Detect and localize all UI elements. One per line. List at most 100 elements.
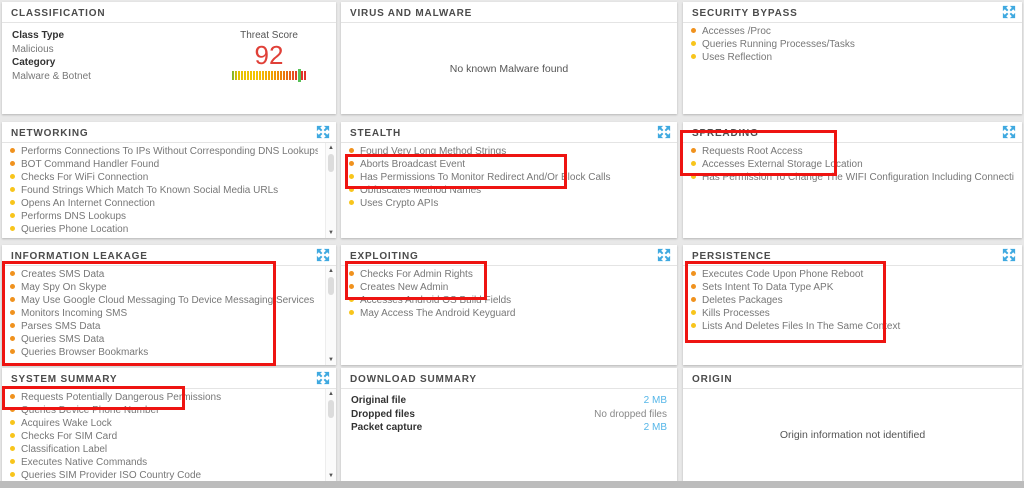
bottom-strip bbox=[0, 481, 1024, 488]
expand-icon[interactable] bbox=[316, 371, 330, 385]
list-item: Requests Potentially Dangerous Permissio… bbox=[10, 391, 318, 404]
scroll-down-icon[interactable]: ▼ bbox=[326, 356, 336, 364]
scroll-down-icon[interactable]: ▼ bbox=[326, 472, 336, 480]
severity-bullet-icon bbox=[10, 148, 15, 153]
scrollbar[interactable]: ▲ ▼ bbox=[325, 389, 336, 481]
scroll-down-icon[interactable]: ▼ bbox=[326, 229, 336, 237]
download-row: Original file 2 MB bbox=[351, 394, 667, 408]
item-text: Creates New Admin bbox=[360, 282, 448, 293]
list-item: Acquires Wake Lock bbox=[10, 417, 318, 430]
item-text: Accesses /Proc bbox=[702, 26, 771, 37]
scrollbar[interactable]: ▲ ▼ bbox=[325, 143, 336, 238]
item-text: Queries Browser Bookmarks bbox=[21, 347, 148, 358]
expand-icon[interactable] bbox=[1002, 125, 1016, 139]
panel-title: PERSISTENCE bbox=[692, 251, 771, 262]
list-item: May Spy On Skype bbox=[10, 281, 318, 294]
original-file-link[interactable]: 2 MB bbox=[644, 394, 667, 408]
item-text: Uses Reflection bbox=[702, 52, 772, 63]
scroll-up-icon[interactable]: ▲ bbox=[326, 144, 336, 152]
panel-system-summary: SYSTEM SUMMARY Requests Potentially Dang… bbox=[2, 368, 336, 481]
list-item: Sets Intent To Data Type APK bbox=[691, 281, 1014, 294]
item-text: Deletes Packages bbox=[702, 295, 783, 306]
list-item: Obfuscates Method Names bbox=[349, 184, 669, 197]
list-item: May Access The Android Keyguard bbox=[349, 307, 669, 320]
scroll-thumb[interactable] bbox=[328, 400, 334, 418]
panel-title: NETWORKING bbox=[11, 128, 88, 139]
item-text: May Access The Android Keyguard bbox=[360, 308, 515, 319]
expand-icon[interactable] bbox=[1002, 5, 1016, 19]
expand-icon[interactable] bbox=[1002, 248, 1016, 262]
item-text: Performs Connections To IPs Without Corr… bbox=[21, 146, 318, 157]
severity-bullet-icon bbox=[691, 161, 696, 166]
item-text: Classification Label bbox=[21, 444, 107, 455]
severity-bullet-icon bbox=[691, 310, 696, 315]
severity-bullet-icon bbox=[10, 297, 15, 302]
download-row-label: Packet capture bbox=[351, 421, 422, 435]
list-item: Accesses Android OS Build Fields bbox=[349, 294, 669, 307]
scrollbar[interactable]: ▲ ▼ bbox=[325, 266, 336, 365]
scroll-up-icon[interactable]: ▲ bbox=[326, 267, 336, 275]
severity-bullet-icon bbox=[10, 472, 15, 477]
report-dashboard: CLASSIFICATION Class Type Malicious Cate… bbox=[0, 0, 1024, 488]
item-text: Aborts Broadcast Event bbox=[360, 159, 465, 170]
panel-title: STEALTH bbox=[350, 128, 401, 139]
severity-bullet-icon bbox=[349, 310, 354, 315]
item-text: Queries SIM Provider ISO Country Code bbox=[21, 470, 201, 481]
scroll-up-icon[interactable]: ▲ bbox=[326, 390, 336, 398]
list-item: Has Permission To Change The WIFI Config… bbox=[691, 171, 1014, 184]
threat-score-block: Threat Score 92 bbox=[210, 23, 336, 83]
list-item: Performs DNS Lookups bbox=[10, 210, 318, 223]
panel-persistence: PERSISTENCE Executes Code Upon Phone Reb… bbox=[683, 245, 1022, 365]
severity-bullet-icon bbox=[691, 54, 696, 59]
list-item: Deletes Packages bbox=[691, 294, 1014, 307]
class-type-value: Malicious bbox=[12, 43, 200, 57]
security-bypass-list: Accesses /Proc Queries Running Processes… bbox=[683, 23, 1022, 64]
list-item: Parses SMS Data bbox=[10, 320, 318, 333]
panel-classification-header: CLASSIFICATION bbox=[2, 2, 336, 23]
list-item: Aborts Broadcast Event bbox=[349, 158, 669, 171]
panel-title: CLASSIFICATION bbox=[11, 8, 105, 19]
packet-capture-link[interactable]: 2 MB bbox=[644, 421, 667, 435]
scroll-thumb[interactable] bbox=[328, 277, 334, 295]
scroll-thumb[interactable] bbox=[328, 154, 334, 172]
expand-icon[interactable] bbox=[657, 248, 671, 262]
threat-score-value: 92 bbox=[210, 42, 328, 69]
item-text: Queries SMS Data bbox=[21, 334, 104, 345]
item-text: Accesses Android OS Build Fields bbox=[360, 295, 511, 306]
severity-bullet-icon bbox=[349, 297, 354, 302]
list-item: BOT Command Handler Found bbox=[10, 158, 318, 171]
expand-icon[interactable] bbox=[657, 125, 671, 139]
list-item: Queries Device Phone Number bbox=[10, 404, 318, 417]
panel-title: ORIGIN bbox=[692, 374, 732, 385]
panel-virus-and-malware: VIRUS AND MALWARE No known Malware found bbox=[341, 2, 677, 114]
item-text: Kills Processes bbox=[702, 308, 770, 319]
severity-bullet-icon bbox=[10, 200, 15, 205]
item-text: Requests Root Access bbox=[702, 146, 803, 157]
severity-bullet-icon bbox=[10, 420, 15, 425]
severity-bullet-icon bbox=[691, 41, 696, 46]
expand-icon[interactable] bbox=[316, 248, 330, 262]
list-item: Queries Browser Bookmarks bbox=[10, 346, 318, 359]
list-item: Queries SMS Data bbox=[10, 333, 318, 346]
classification-body: Class Type Malicious Category Malware & … bbox=[2, 23, 336, 83]
list-item: Checks For WiFi Connection bbox=[10, 171, 318, 184]
item-text: Uses Crypto APIs bbox=[360, 198, 438, 209]
expand-icon[interactable] bbox=[316, 125, 330, 139]
panel-title: EXPLOITING bbox=[350, 251, 419, 262]
list-item: May Use Google Cloud Messaging To Device… bbox=[10, 294, 318, 307]
download-row: Dropped files No dropped files bbox=[351, 408, 667, 422]
list-item: Monitors Incoming SMS bbox=[10, 307, 318, 320]
dropped-files-value: No dropped files bbox=[594, 408, 667, 422]
list-item: Uses Crypto APIs bbox=[349, 197, 669, 210]
list-item: Found Very Long Method Strings bbox=[349, 145, 669, 158]
panel-classification: CLASSIFICATION Class Type Malicious Cate… bbox=[2, 2, 336, 114]
list-item: Creates New Admin bbox=[349, 281, 669, 294]
severity-bullet-icon bbox=[10, 213, 15, 218]
panel-title: SYSTEM SUMMARY bbox=[11, 374, 117, 385]
panel-information-leakage: INFORMATION LEAKAGE Creates SMS Data May… bbox=[2, 245, 336, 365]
stealth-list: Found Very Long Method Strings Aborts Br… bbox=[341, 143, 677, 210]
list-item: Uses Reflection bbox=[691, 51, 1014, 64]
origin-message: Origin information not identified bbox=[683, 389, 1022, 481]
item-text: Checks For SIM Card bbox=[21, 431, 117, 442]
panel-exploiting: EXPLOITING Checks For Admin Rights Creat… bbox=[341, 245, 677, 365]
